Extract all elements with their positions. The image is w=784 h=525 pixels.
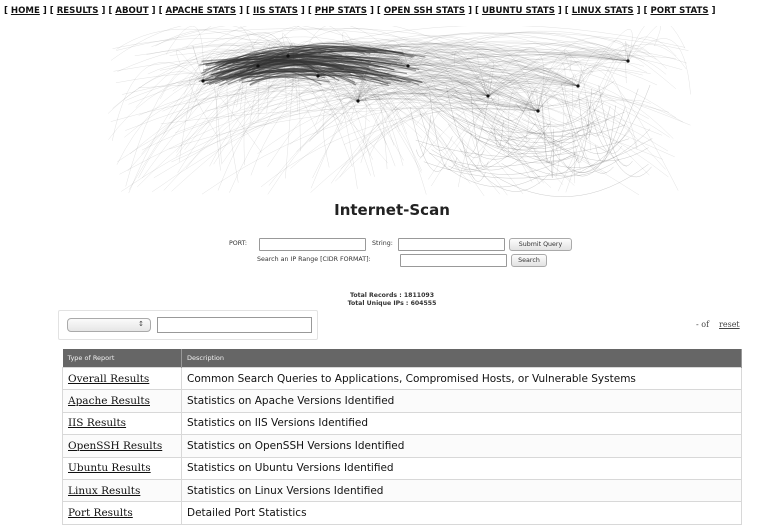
nav-php-stats-link[interactable]: PHP STATS: [315, 6, 367, 16]
connection-arc: [107, 71, 204, 114]
row-description: Detailed Port Statistics: [181, 501, 742, 525]
string-label: String:: [372, 240, 393, 247]
string-input[interactable]: [398, 238, 505, 251]
ubuntu-results-link[interactable]: Ubuntu Results: [68, 462, 151, 474]
total-records: Total Records : 1811093: [349, 292, 435, 299]
nav-openssh-stats-link[interactable]: OPEN SSH STATS: [384, 6, 465, 16]
map-hub-dot: [256, 64, 260, 68]
nav-ubuntu-stats-link[interactable]: UBUNTU STATS: [482, 6, 555, 16]
linux-results-link[interactable]: Linux Results: [68, 485, 140, 497]
map-hub-dot: [626, 59, 630, 63]
total-unique-ips: Total Unique IPs : 604555: [347, 300, 437, 307]
table-row: Apache Results Statistics on Apache Vers…: [62, 389, 742, 413]
column-header-description[interactable]: Description: [181, 349, 742, 368]
map-hub-dot: [316, 74, 320, 78]
iis-results-link[interactable]: IIS Results: [68, 417, 126, 429]
openssh-results-link[interactable]: OpenSSH Results: [68, 440, 162, 452]
map-hub-dot: [286, 54, 290, 58]
row-description: Statistics on IIS Versions Identified: [181, 411, 742, 436]
connection-arc: [185, 74, 319, 169]
nav-apache-stats-link[interactable]: APACHE STATS: [166, 6, 237, 16]
ip-range-input[interactable]: [400, 254, 507, 267]
map-hub-dot: [356, 99, 360, 103]
map-hub-dot: [201, 79, 205, 83]
filter-input[interactable]: [157, 317, 312, 333]
port-label: PORT:: [229, 240, 247, 247]
nav-iis-stats-link[interactable]: IIS STATS: [253, 6, 298, 16]
nav-port-stats-link[interactable]: PORT STATS: [650, 6, 708, 16]
table-row: Overall Results Common Search Queries to…: [62, 366, 742, 391]
map-hub-dot: [406, 64, 410, 68]
port-input[interactable]: [259, 238, 366, 251]
table-row: IIS Results Statistics on IIS Versions I…: [62, 411, 742, 436]
nav-about-link[interactable]: ABOUT: [115, 6, 148, 16]
row-description: Common Search Queries to Applications, C…: [181, 366, 742, 391]
table-row: Ubuntu Results Statistics on Ubuntu Vers…: [62, 456, 742, 480]
table-header-row: Type of Report Description: [62, 349, 742, 368]
connection-arc: [357, 95, 628, 168]
connection-arc: [492, 164, 649, 197]
search-button[interactable]: Search: [511, 254, 547, 267]
row-description: Statistics on Ubuntu Versions Identified: [181, 456, 742, 480]
connection-arc: [626, 55, 677, 89]
nav-home-link[interactable]: HOME: [11, 6, 40, 16]
top-nav: [ HOME ] [ RESULTS ] [ ABOUT ] [ APACHE …: [4, 6, 716, 16]
map-hub-dot: [536, 109, 540, 113]
port-results-link[interactable]: Port Results: [68, 507, 133, 519]
row-description: Statistics on Linux Versions Identified: [181, 478, 742, 503]
overall-results-link[interactable]: Overall Results: [68, 373, 149, 385]
page-title: Internet-Scan: [334, 201, 450, 219]
filter-box: ↕: [58, 310, 318, 340]
filter-column-select[interactable]: ↕: [67, 318, 151, 332]
column-header-type[interactable]: Type of Report: [62, 349, 182, 368]
connection-arc: [627, 38, 691, 95]
reset-link[interactable]: reset: [719, 320, 740, 329]
nav-linux-stats-link[interactable]: LINUX STATS: [572, 6, 634, 16]
nav-results-link[interactable]: RESULTS: [57, 6, 99, 16]
select-arrows-icon: ↕: [138, 320, 144, 328]
connection-arc: [267, 75, 489, 195]
pager-of-text: - of: [696, 320, 710, 329]
row-description: Statistics on Apache Versions Identified: [181, 389, 742, 413]
ip-range-label: Search an IP Range [CIDR FORMAT]:: [257, 256, 371, 263]
row-description: Statistics on OpenSSH Versions Identifie…: [181, 434, 742, 458]
connection-arc: [447, 123, 531, 160]
connection-map-image: [107, 18, 692, 202]
connection-map-graphic: [107, 18, 691, 197]
table-row: Port Results Detailed Port Statistics: [62, 501, 742, 525]
map-hub-dot: [486, 94, 490, 98]
map-hub-dot: [576, 84, 580, 88]
report-table: Type of Report Description Overall Resul…: [62, 349, 742, 525]
table-row: Linux Results Statistics on Linux Versio…: [62, 478, 742, 503]
table-row: OpenSSH Results Statistics on OpenSSH Ve…: [62, 434, 742, 458]
connection-arc: [577, 44, 687, 87]
submit-query-button[interactable]: Submit Query: [509, 238, 572, 251]
connection-arc: [592, 104, 652, 178]
pager: - of reset: [696, 320, 740, 329]
apache-results-link[interactable]: Apache Results: [68, 395, 150, 407]
